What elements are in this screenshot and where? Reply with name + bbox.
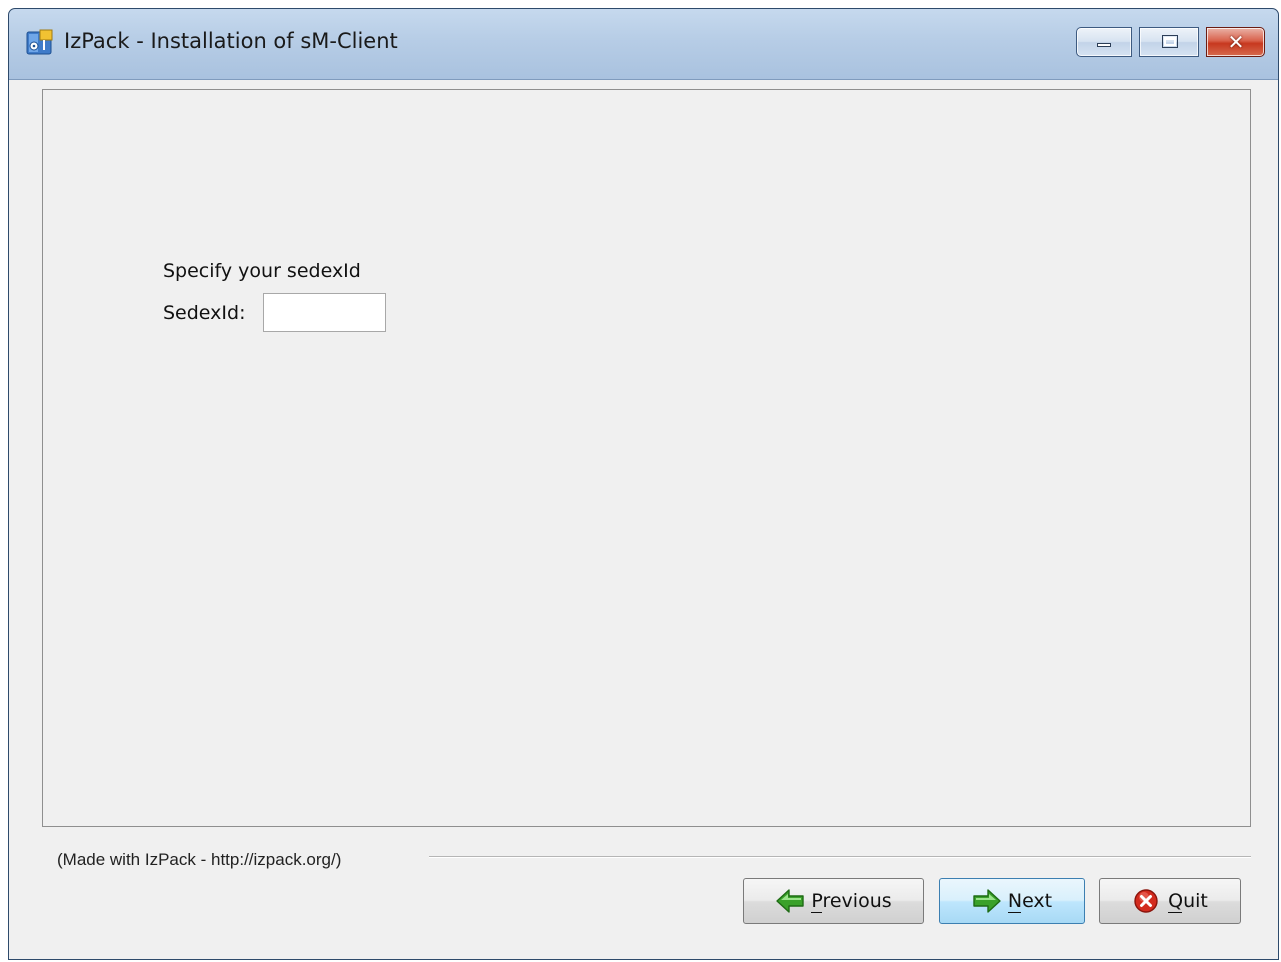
credit-separator: [429, 856, 1251, 858]
credit-text: (Made with IzPack - http://izpack.org/): [57, 850, 352, 870]
prompt-text: Specify your sedexId: [163, 260, 361, 282]
arrow-right-icon: [973, 889, 1001, 913]
quit-icon: [1134, 889, 1158, 913]
mnemonic-underline: [1007, 912, 1021, 913]
installer-panel: Specify your sedexId SedexId:: [42, 89, 1251, 827]
quit-button[interactable]: Quit: [1099, 878, 1241, 924]
mnemonic-underline: [1168, 912, 1183, 913]
title-bar[interactable]: IzPack - Installation of sM-Client ✕: [9, 9, 1278, 79]
sedexid-input[interactable]: [263, 293, 386, 332]
previous-button[interactable]: Previous: [743, 878, 924, 924]
maximize-icon: [1162, 35, 1178, 48]
mnemonic-underline: [811, 912, 823, 913]
app-icon: [26, 29, 53, 55]
minimize-icon: [1097, 43, 1111, 47]
maximize-button[interactable]: [1139, 27, 1199, 57]
window-title: IzPack - Installation of sM-Client: [64, 29, 398, 53]
next-button[interactable]: Next: [939, 878, 1085, 924]
minimize-button[interactable]: [1076, 27, 1132, 57]
close-icon: ✕: [1227, 30, 1245, 54]
sedexid-label: SedexId:: [163, 302, 246, 324]
client-area: Specify your sedexId SedexId: (Made with…: [9, 79, 1278, 959]
next-label: Next: [1007, 890, 1053, 912]
arrow-left-icon: [776, 889, 805, 913]
close-button[interactable]: ✕: [1206, 27, 1265, 57]
quit-label: Quit: [1168, 890, 1208, 912]
previous-label: Previous: [811, 890, 892, 912]
installer-window: IzPack - Installation of sM-Client ✕ Spe…: [8, 8, 1279, 960]
